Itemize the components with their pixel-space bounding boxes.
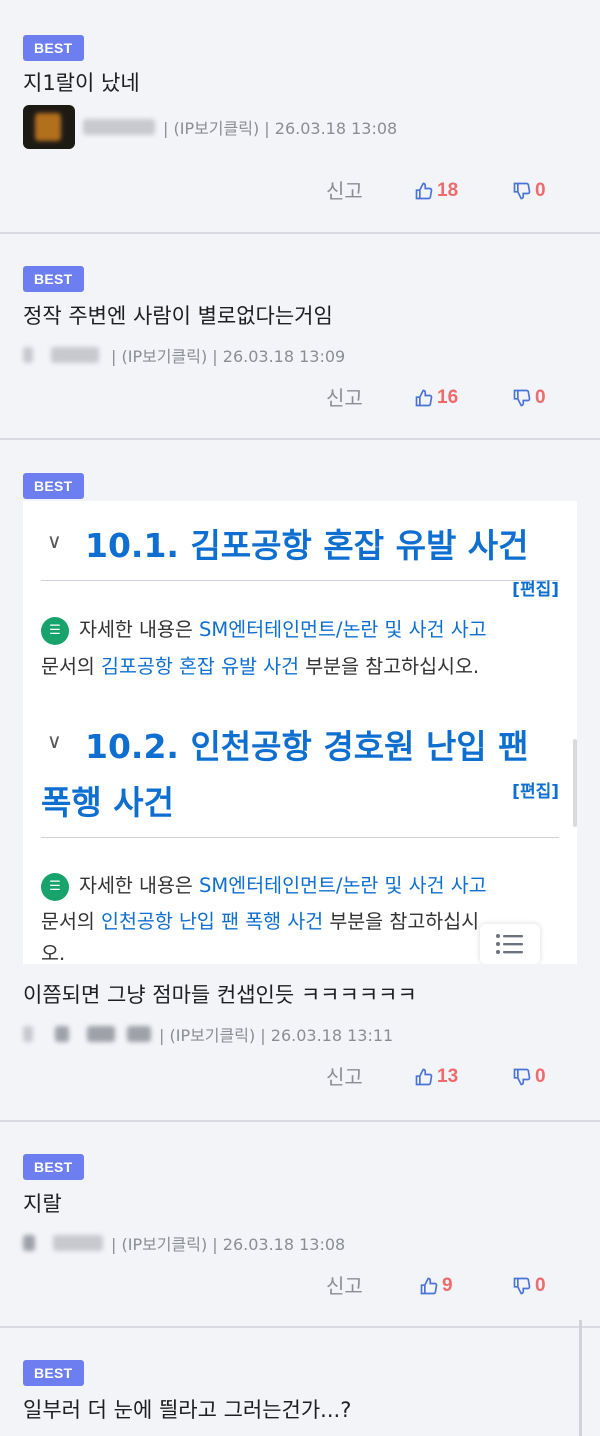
blurred-username[interactable] — [55, 1026, 69, 1042]
dislike-button[interactable]: 0 — [512, 1269, 546, 1303]
like-count: 13 — [437, 1066, 459, 1087]
best-badge: BEST — [23, 1154, 84, 1180]
wiki-note-suffix: 부분을 참고하십시오. — [299, 655, 480, 678]
dislike-count: 0 — [535, 1275, 546, 1296]
report-button[interactable]: 신고 — [326, 1060, 363, 1094]
comment-meta-text[interactable]: | (IP보기클릭) | 26.03.18 13:09 — [111, 343, 345, 367]
wiki-section-title: 폭행 사건 — [41, 783, 174, 822]
memo-icon: ☰ — [41, 872, 69, 901]
thumbs-down-icon — [513, 389, 531, 407]
blurred-username[interactable] — [87, 1026, 115, 1042]
wiki-link: 인천공항 난입 팬 폭행 사건 — [101, 910, 324, 933]
wiki-note-line: 오. — [41, 942, 66, 964]
thumbs-up-icon — [420, 1277, 438, 1295]
dislike-count: 0 — [535, 387, 546, 408]
like-count: 9 — [442, 1275, 453, 1296]
report-button[interactable]: 신고 — [326, 174, 363, 208]
blurred-username[interactable] — [127, 1026, 151, 1042]
thumbs-up-icon — [415, 389, 433, 407]
comment-text: 지1랄이 났네 — [23, 71, 140, 95]
comment-actions: 신고 13 0 — [0, 1060, 600, 1094]
blurred-username[interactable] — [23, 1026, 33, 1042]
wiki-section-title: 10.1. 김포공항 혼잡 유발 사건 — [85, 526, 529, 565]
thumbs-down-icon — [513, 182, 531, 200]
blurred-username[interactable] — [23, 1235, 35, 1251]
comment-text: 정작 주변엔 사람이 별로없다는거임 — [23, 304, 333, 328]
comment-actions: 신고 18 0 — [0, 174, 600, 208]
scrollbar — [573, 739, 577, 827]
scrollbar[interactable] — [579, 1320, 582, 1436]
best-badge: BEST — [23, 266, 84, 292]
comment-text: 지랄 — [23, 1192, 62, 1216]
best-badge: BEST — [23, 35, 84, 61]
avatar[interactable] — [23, 105, 75, 149]
wiki-note-suffix: 부분을 참고하십시 — [323, 910, 480, 933]
comment-item: BEST 일부러 더 눈에 띌라고 그러는건가...? — [0, 1326, 600, 1436]
like-count: 18 — [437, 180, 459, 201]
like-button[interactable]: 13 — [414, 1060, 458, 1094]
wiki-link: 김포공항 혼잡 유발 사건 — [101, 655, 300, 678]
wiki-note-prefix: 자세한 내용은 — [79, 618, 200, 641]
wiki-note-prefix: 문서의 — [41, 655, 102, 678]
comment-meta: | (IP보기클릭) | 26.03.18 13:11 — [23, 1019, 393, 1049]
comment-meta-text[interactable]: | (IP보기클릭) | 26.03.18 13:11 — [159, 1022, 393, 1046]
comment-text: 일부러 더 눈에 띌라고 그러는건가...? — [23, 1398, 352, 1422]
dislike-count: 0 — [535, 180, 546, 201]
like-button[interactable]: 18 — [414, 174, 458, 208]
list-icon — [496, 934, 523, 954]
blurred-username[interactable] — [23, 347, 33, 363]
wiki-link: SM엔터테인먼트/논란 및 사건 사고 — [199, 618, 487, 641]
dislike-button[interactable]: 0 — [512, 174, 546, 208]
memo-icon: ☰ — [41, 616, 69, 645]
report-button[interactable]: 신고 — [326, 381, 363, 415]
comment-meta-text[interactable]: | (IP보기클릭) | 26.03.18 13:08 — [163, 115, 397, 139]
comment-meta: | (IP보기클릭) | 26.03.18 13:09 — [23, 340, 345, 370]
blurred-username[interactable] — [83, 119, 155, 135]
dislike-button[interactable]: 0 — [512, 1060, 546, 1094]
wiki-section-title: 10.2. 인천공항 경호원 난입 팬 — [85, 727, 529, 766]
edit-link: [편집] — [512, 782, 559, 802]
blurred-username[interactable] — [51, 347, 99, 363]
like-button[interactable]: 16 — [414, 381, 458, 415]
wiki-note-prefix: 자세한 내용은 — [79, 874, 200, 897]
blurred-username[interactable] — [53, 1235, 103, 1251]
report-button[interactable]: 신고 — [326, 1269, 363, 1303]
wiki-note-prefix: 문서의 — [41, 910, 102, 933]
comment-meta: | (IP보기클릭) | 26.03.18 13:08 — [23, 105, 397, 149]
embedded-image[interactable]: ∨ 10.1. 김포공항 혼잡 유발 사건 [편집] ☰ 자세한 내용은 SM엔터… — [23, 501, 577, 964]
comment-actions: 신고 16 0 — [0, 381, 600, 415]
divider — [41, 580, 559, 581]
wiki-note-line: ☰ 자세한 내용은 SM엔터테인먼트/논란 및 사건 사고 — [41, 613, 487, 645]
wiki-note-line: 문서의 김포공항 혼잡 유발 사건 부분을 참고하십시오. — [41, 650, 479, 679]
dislike-count: 0 — [535, 1066, 546, 1087]
best-badge: BEST — [23, 473, 84, 499]
thumbs-up-icon — [415, 182, 433, 200]
divider — [41, 837, 559, 838]
chevron-down-icon: ∨ — [47, 729, 62, 753]
comment-actions: 신고 9 0 — [0, 1269, 600, 1303]
wiki-note-line: 문서의 인천공항 난입 팬 폭행 사건 부분을 참고하십시 — [41, 905, 479, 934]
like-button[interactable]: 9 — [419, 1269, 453, 1303]
thumbs-down-icon — [513, 1277, 531, 1295]
dislike-button[interactable]: 0 — [512, 381, 546, 415]
thumbs-up-icon — [415, 1068, 433, 1086]
comment-text: 이쯤되면 그냥 점마들 컨샙인듯 ㅋㅋㅋㅋㅋㅋ — [23, 983, 417, 1007]
comment-meta: | (IP보기클릭) | 26.03.18 13:08 — [23, 1228, 345, 1258]
thumbs-down-icon — [513, 1068, 531, 1086]
wiki-link: SM엔터테인먼트/논란 및 사건 사고 — [199, 874, 487, 897]
wiki-note-line: ☰ 자세한 내용은 SM엔터테인먼트/논란 및 사건 사고 — [41, 869, 487, 901]
comment-item: BEST 정작 주변엔 사람이 별로없다는거임 | (IP보기클릭) | 26.… — [0, 232, 600, 440]
comment-item: BEST 지1랄이 났네 | (IP보기클릭) | 26.03.18 13:08… — [0, 0, 600, 233]
edit-link: [편집] — [512, 580, 559, 600]
chevron-down-icon: ∨ — [47, 529, 62, 553]
best-badge: BEST — [23, 1360, 84, 1386]
comment-item: BEST 지랄 | (IP보기클릭) | 26.03.18 13:08 신고 9… — [0, 1120, 600, 1328]
toc-button — [480, 924, 540, 964]
comment-meta-text[interactable]: | (IP보기클릭) | 26.03.18 13:08 — [111, 1231, 345, 1255]
like-count: 16 — [437, 387, 459, 408]
